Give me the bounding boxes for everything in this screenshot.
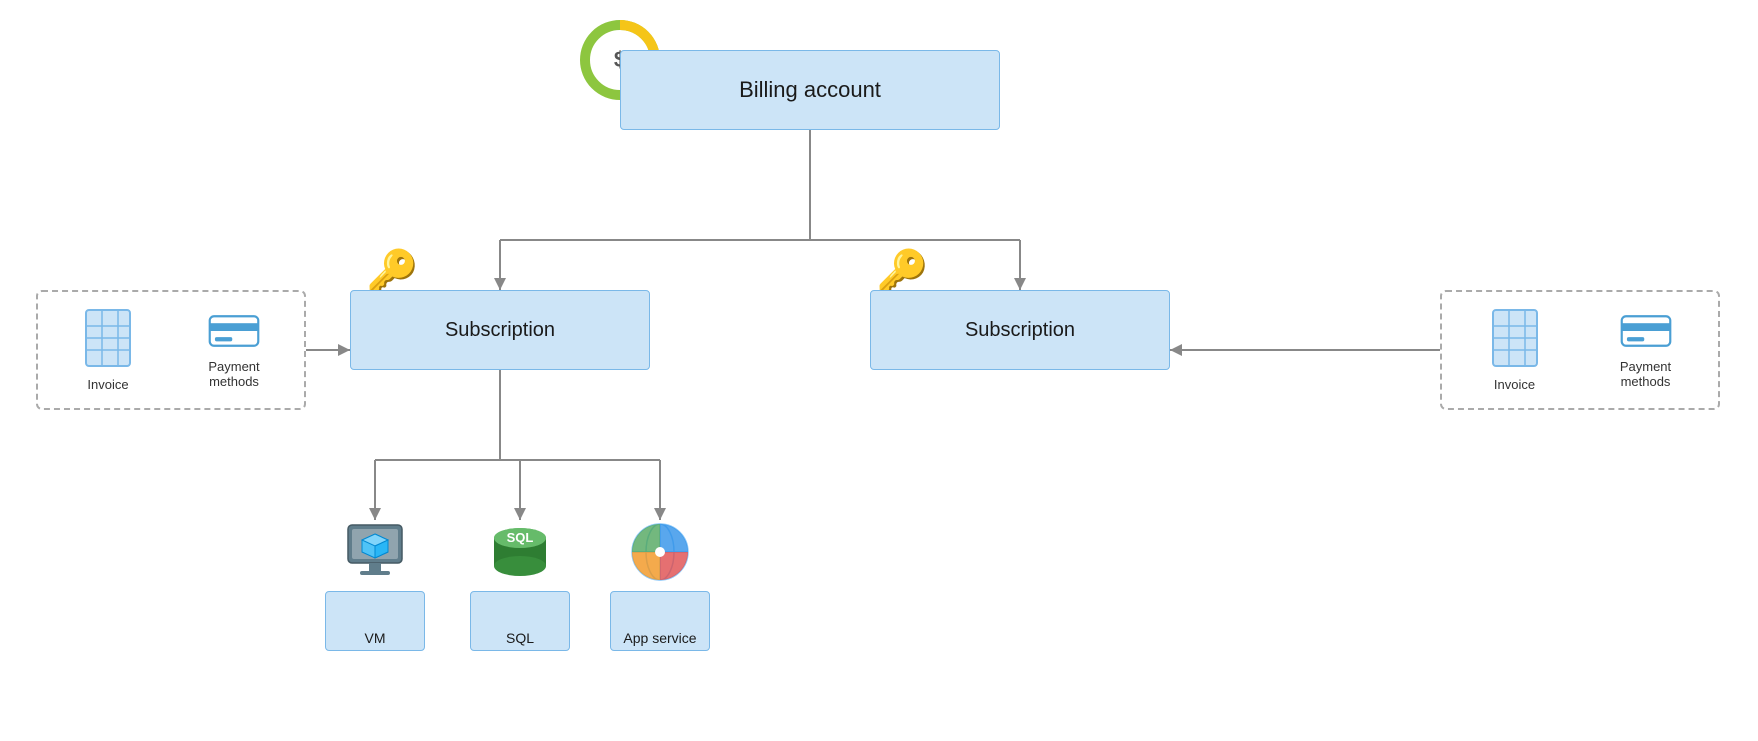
payment-left-item: Payment methods: [208, 312, 260, 389]
payment-right-icon: [1620, 312, 1672, 353]
sql-box: SQL: [470, 591, 570, 651]
subscription-right-box: Subscription: [870, 290, 1170, 370]
sql-node: SQL SQL: [460, 520, 580, 651]
invoice-right-item: Invoice: [1489, 308, 1541, 392]
vm-box: VM: [325, 591, 425, 651]
svg-text:SQL: SQL: [507, 530, 534, 545]
payment-left-icon: [208, 312, 260, 353]
app-service-label: App service: [623, 630, 696, 646]
sql-label: SQL: [506, 630, 534, 646]
billing-account-box: Billing account: [620, 50, 1000, 130]
subscription-left-box: Subscription: [350, 290, 650, 370]
subscription-right-node: Subscription: [870, 290, 1170, 370]
payment-left-label: Payment methods: [208, 359, 259, 389]
vm-icon: [340, 520, 410, 585]
vm-node: VM: [315, 520, 435, 651]
invoice-right-icon: [1489, 308, 1541, 371]
sql-icon: SQL: [485, 520, 555, 585]
diagram: $ Billing account 🔑 Subscription 🔑 Subsc…: [0, 0, 1758, 741]
vm-label: VM: [365, 630, 386, 646]
invoice-left-icon: [82, 308, 134, 371]
app-service-box: App service: [610, 591, 710, 651]
invoice-left-item: Invoice: [82, 308, 134, 392]
subscription-left-node: Subscription: [350, 290, 650, 370]
app-service-icon: [625, 520, 695, 585]
payment-right-label: Payment methods: [1620, 359, 1671, 389]
invoice-right-label: Invoice: [1494, 377, 1535, 392]
subscription-right-label: Subscription: [965, 319, 1075, 342]
dashed-box-right: Invoice Payment methods: [1440, 290, 1720, 410]
subscription-left-label: Subscription: [445, 319, 555, 342]
dashed-box-left: Invoice Payment methods: [36, 290, 306, 410]
payment-right-item: Payment methods: [1620, 312, 1672, 389]
app-service-node: App service: [600, 520, 720, 651]
billing-account-label: Billing account: [739, 77, 881, 103]
invoice-left-label: Invoice: [87, 377, 128, 392]
billing-account-node: Billing account: [620, 50, 1000, 130]
